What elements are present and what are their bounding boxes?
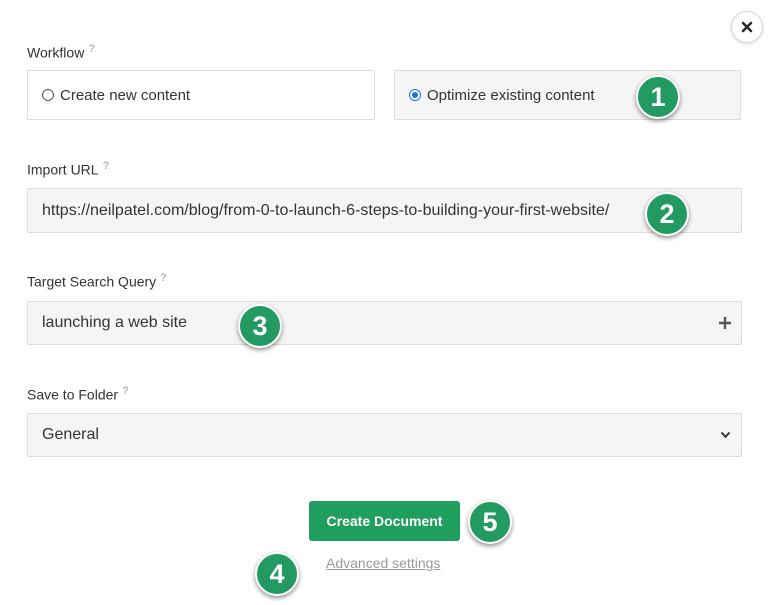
annotation-badge-2: 2 bbox=[645, 192, 689, 236]
target-query-label: Target Search Query? bbox=[27, 272, 167, 290]
close-button[interactable] bbox=[731, 11, 763, 43]
workflow-option-optimize[interactable]: Optimize existing content bbox=[394, 70, 741, 120]
import-url-label: Import URL? bbox=[27, 160, 110, 178]
chevron-down-icon bbox=[720, 431, 731, 439]
optimize-option-label: Optimize existing content bbox=[427, 86, 595, 104]
target-query-input[interactable]: launching a web site bbox=[27, 301, 742, 345]
target-query-help-icon[interactable]: ? bbox=[160, 272, 167, 284]
import-url-value: https://neilpatel.com/blog/from-0-to-lau… bbox=[42, 201, 610, 219]
save-folder-select[interactable]: General bbox=[27, 413, 742, 457]
create-option-label: Create new content bbox=[60, 86, 191, 104]
save-folder-label: Save to Folder? bbox=[27, 385, 129, 403]
advanced-settings-link[interactable]: Advanced settings bbox=[326, 555, 440, 571]
create-document-button[interactable]: Create Document bbox=[309, 501, 460, 541]
annotation-badge-3: 3 bbox=[238, 304, 282, 348]
annotation-badge-4: 4 bbox=[255, 552, 299, 596]
workflow-label: Workflow? bbox=[27, 43, 96, 61]
optimize-radio[interactable] bbox=[409, 89, 421, 101]
plus-icon[interactable] bbox=[718, 316, 732, 330]
close-icon bbox=[741, 21, 753, 33]
target-query-value: launching a web site bbox=[42, 314, 187, 331]
create-radio[interactable] bbox=[42, 89, 54, 101]
import-url-help-icon[interactable]: ? bbox=[103, 160, 110, 172]
workflow-option-create[interactable]: Create new content bbox=[27, 70, 375, 120]
save-folder-value: General bbox=[42, 426, 99, 443]
save-folder-help-icon[interactable]: ? bbox=[122, 385, 129, 397]
workflow-help-icon[interactable]: ? bbox=[88, 43, 95, 55]
annotation-badge-1: 1 bbox=[636, 75, 680, 119]
import-url-input[interactable]: https://neilpatel.com/blog/from-0-to-lau… bbox=[27, 188, 742, 233]
annotation-badge-5: 5 bbox=[468, 500, 512, 544]
